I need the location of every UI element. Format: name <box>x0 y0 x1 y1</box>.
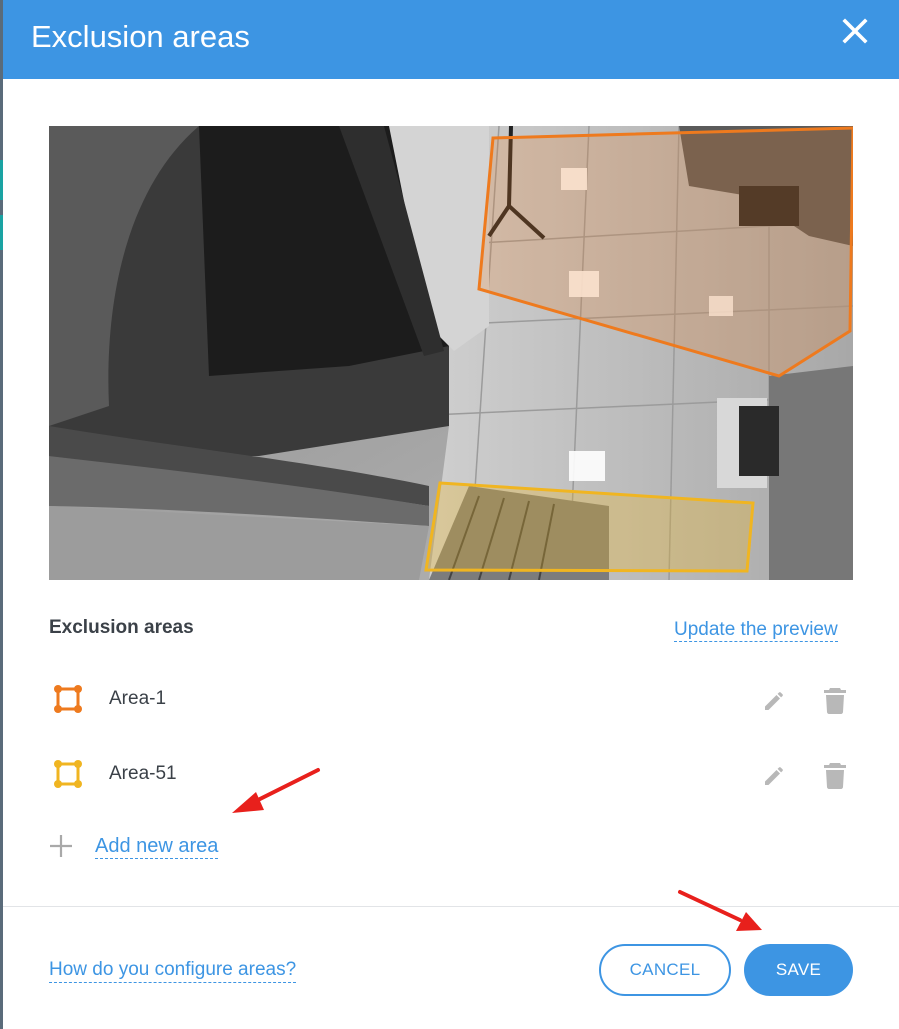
polygon-area-icon <box>54 760 82 788</box>
save-button[interactable]: SAVE <box>744 944 853 996</box>
area-name: Area-1 <box>109 688 167 709</box>
trash-icon[interactable] <box>821 760 849 790</box>
exclusion-areas-dialog: Exclusion areas Exclusion areas Update t… <box>3 0 899 1029</box>
area-list-item[interactable]: Area-51 <box>49 753 853 797</box>
areas-section-title: Exclusion areas <box>49 617 194 638</box>
polygon-area-icon <box>54 685 82 713</box>
area-list-item[interactable]: Area-1 <box>49 678 853 722</box>
cancel-button[interactable]: CANCEL <box>599 944 731 996</box>
dialog-title: Exclusion areas <box>31 19 250 54</box>
trash-icon[interactable] <box>821 685 849 715</box>
plus-icon[interactable] <box>49 834 73 858</box>
dialog-header: Exclusion areas <box>3 0 899 79</box>
update-preview-link[interactable]: Update the preview <box>674 618 838 642</box>
close-icon[interactable] <box>837 13 873 49</box>
pencil-icon[interactable] <box>761 686 789 714</box>
footer-divider <box>3 906 899 907</box>
pencil-icon[interactable] <box>761 761 789 789</box>
camera-preview <box>49 126 853 580</box>
area-name: Area-51 <box>109 763 177 784</box>
camera-preview-image <box>49 126 853 580</box>
help-configure-areas-link[interactable]: How do you configure areas? <box>49 958 297 983</box>
add-new-area-link[interactable]: Add new area <box>95 834 219 859</box>
